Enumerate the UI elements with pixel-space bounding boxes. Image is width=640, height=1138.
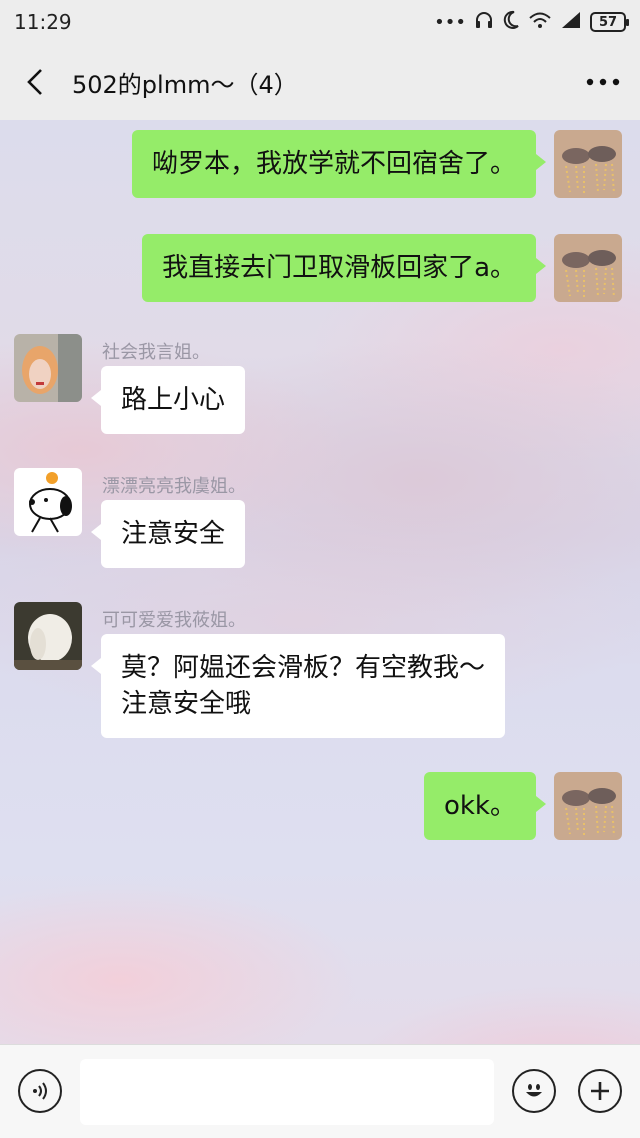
signal-icon (560, 10, 582, 35)
my-avatar[interactable] (554, 234, 622, 302)
moon-icon (502, 10, 520, 35)
status-time: 11:29 (14, 10, 72, 34)
plus-icon (591, 1082, 609, 1100)
my-avatar[interactable] (554, 130, 622, 198)
voice-icon (33, 1082, 47, 1100)
sender-name: 社会我言姐。 (102, 342, 210, 363)
battery-indicator: 57 (590, 12, 629, 32)
dots-icon: ••• (434, 11, 466, 33)
incoming-message-bubble[interactable]: 注意安全 (90, 500, 246, 568)
wifi-icon (528, 10, 552, 35)
outgoing-message-bubble[interactable]: okk。 (423, 772, 547, 840)
status-bar: 11:29 ••• 57 (0, 0, 640, 44)
back-button[interactable] (0, 44, 70, 120)
headphone-icon (474, 10, 494, 35)
sender-name: 可可爱爱我莜姐。 (102, 610, 246, 631)
outgoing-message-bubble[interactable]: 我直接去门卫取滑板回家了a。 (142, 234, 546, 302)
sender-name: 漂漂亮亮我虞姐。 (102, 476, 246, 497)
voice-button[interactable] (18, 1069, 62, 1113)
message-line: 注意安全哦 (121, 689, 252, 719)
more-button[interactable] (566, 44, 640, 120)
more-dots-icon (586, 78, 620, 86)
outgoing-message-bubble[interactable]: 呦罗本，我放学就不回宿舍了。 (131, 130, 547, 198)
chat-title: 502的plmm～（4） (72, 70, 298, 99)
input-bar (0, 1044, 640, 1138)
sender-avatar[interactable] (14, 468, 82, 536)
incoming-message-bubble[interactable]: 莫？阿媪还会滑板？有空教我～ 注意安全哦 (90, 634, 506, 738)
message-line: 莫？阿媪还会滑板？有空教我～ (121, 653, 486, 683)
status-icons: ••• 57 (434, 10, 629, 35)
my-avatar[interactable] (554, 772, 622, 840)
emoji-icon (526, 1084, 542, 1097)
message-input[interactable] (80, 1059, 494, 1125)
incoming-message-bubble[interactable]: 路上小心 (90, 366, 246, 434)
sender-avatar[interactable] (14, 602, 82, 670)
chat-area[interactable]: 呦罗本，我放学就不回宿舍了。 我直接去门卫取滑板回家了a。 社会我言姐。 路上小… (0, 120, 640, 1044)
chevron-left-icon (27, 69, 42, 95)
sender-avatar[interactable] (14, 334, 82, 402)
plus-button[interactable] (578, 1069, 622, 1113)
chat-header: 502的plmm～（4） (0, 44, 640, 120)
emoji-button[interactable] (512, 1069, 556, 1113)
